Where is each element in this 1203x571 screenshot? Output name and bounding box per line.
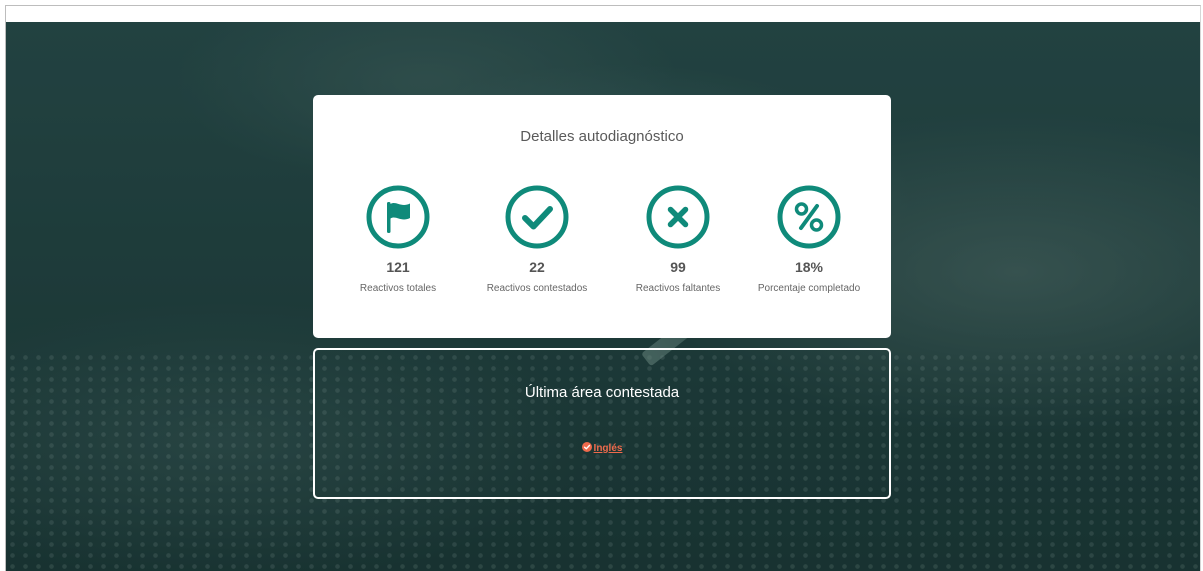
stat-missing: 99 Reactivos faltantes <box>608 185 748 294</box>
flag-icon <box>366 185 430 249</box>
subject-label: Inglés <box>593 443 623 454</box>
stat-value: 99 <box>670 259 686 275</box>
stat-label: Reactivos contestados <box>486 283 588 294</box>
stat-answered: 22 Reactivos contestados <box>467 185 607 294</box>
details-title: Detalles autodiagnóstico <box>520 128 684 145</box>
stat-label: Porcentaje completado <box>757 283 861 294</box>
subject-link-container: Inglés <box>315 442 889 454</box>
percent-icon <box>777 185 841 249</box>
stat-total: 121 Reactivos totales <box>328 185 468 294</box>
last-area-title: Última área contestada <box>524 384 680 401</box>
details-card: Detalles autodiagnóstico 121 Reactivos t… <box>313 95 891 338</box>
stat-value: 22 <box>529 259 545 275</box>
stat-label: Reactivos totales <box>359 283 437 294</box>
stat-label: Reactivos faltantes <box>635 283 721 294</box>
x-icon <box>646 185 710 249</box>
stat-percent: 18% Porcentaje completado <box>739 185 879 294</box>
subject-link[interactable]: Inglés <box>581 442 623 454</box>
stat-value: 121 <box>386 259 410 275</box>
check-circle-icon <box>581 442 592 452</box>
check-icon <box>505 185 569 249</box>
stat-value: 18% <box>794 259 824 275</box>
last-area-panel: Última área contestada Inglés <box>313 348 891 499</box>
